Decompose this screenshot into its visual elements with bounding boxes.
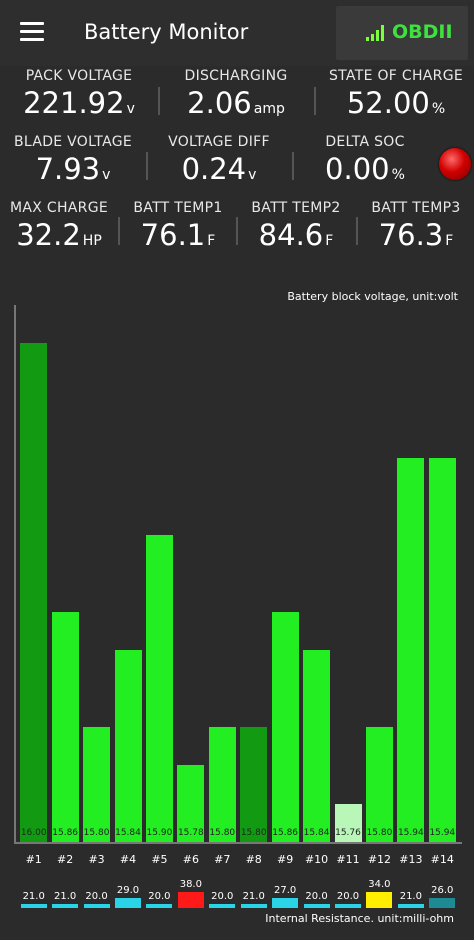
resistance-value-label: 26.0: [431, 885, 454, 896]
batt-temp1-label: BATT TEMP1: [133, 200, 223, 216]
resistance-value-label: 34.0: [368, 879, 391, 890]
resistance-bar: [83, 904, 110, 908]
voltage-diff-label: VOLTAGE DIFF: [168, 134, 270, 150]
cell-label: #14: [430, 853, 454, 866]
cell-label: #11: [336, 853, 360, 866]
state-of-charge-value: 52.00%: [346, 86, 446, 120]
divider: [314, 87, 316, 115]
resistance-bar: [209, 904, 236, 908]
cell-label: #2: [57, 853, 74, 866]
delta-soc-value: 0.00%: [325, 152, 405, 186]
cell-label: #4: [119, 853, 137, 866]
discharging-label: DISCHARGING: [184, 68, 288, 84]
voltage-chart-axes: [14, 305, 462, 844]
resistance-value-label: 20.0: [336, 891, 360, 902]
blade-voltage-value: 7.93 v: [35, 152, 111, 186]
obd-label: OBDII: [392, 21, 453, 43]
resistance-value-label: 38.0: [179, 879, 202, 890]
resistance-value-label: 20.0: [148, 891, 171, 902]
resistance-bar: [335, 904, 361, 908]
menu-icon[interactable]: [20, 22, 44, 42]
cell-label: #6: [182, 853, 199, 866]
delta-soc-label: DELTA SOC: [325, 134, 405, 150]
resistance-title: Internal Resistance. unit:milli-ohm: [265, 912, 454, 925]
resistance-value-label: 21.0: [22, 891, 45, 902]
resistance-bar: [115, 898, 141, 908]
cell-label: #12: [367, 853, 392, 866]
blade-voltage-label: BLADE VOLTAGE: [14, 134, 132, 150]
pack-voltage-stat: PACK VOLTAGE 221.92 v: [4, 68, 154, 120]
cell-label: #9: [277, 853, 294, 866]
signal-icon: [366, 25, 386, 41]
resistance-bar: [52, 904, 79, 908]
batt-temp3-value: 76.3 F: [378, 218, 454, 252]
resistance-value-label: 20.0: [85, 891, 108, 902]
resistance-value-label: 20.0: [305, 891, 328, 902]
resistance-value-label: 21.0: [399, 891, 422, 902]
status-indicator-light[interactable]: [439, 148, 471, 180]
max-charge-stat: MAX CHARGE 32.2 HP: [0, 200, 118, 252]
max-charge-value: 32.2 HP: [16, 218, 102, 252]
pack-voltage-value: 221.92 v: [23, 86, 135, 120]
cell-label: #3: [88, 853, 105, 866]
resistance-bar: [397, 904, 424, 908]
app-title: Battery Monitor: [84, 20, 249, 44]
batt-temp2-value: 84.6 F: [258, 218, 334, 252]
batt-temp1-stat: BATT TEMP1 76.1 F: [120, 200, 236, 252]
resistance-bar: [240, 904, 267, 908]
resistance-bar: [272, 898, 299, 908]
resistance-value-label: 21.0: [54, 891, 77, 902]
delta-soc-stat: DELTA SOC 0.00%: [294, 134, 436, 186]
batt-temp3-stat: BATT TEMP3 76.3 F: [358, 200, 474, 252]
cell-label: #7: [214, 853, 231, 866]
cell-label: #10: [304, 853, 329, 866]
cell-label: #1: [25, 853, 42, 866]
obd-connection-button[interactable]: OBDII: [336, 6, 468, 60]
cell-label: #13: [399, 853, 423, 866]
resistance-bar: [177, 892, 204, 908]
voltage-diff-value: 0.24 v: [181, 152, 257, 186]
resistance-bar: [146, 904, 173, 908]
resistance-value-label: 27.0: [274, 885, 297, 896]
batt-temp2-stat: BATT TEMP2 84.6 F: [238, 200, 354, 252]
resistance-bar: [303, 904, 330, 908]
resistance-bar: [20, 904, 47, 908]
resistance-value-label: 21.0: [242, 891, 265, 902]
app-header: Battery Monitor OBDII: [0, 0, 474, 66]
blade-voltage-stat: BLADE VOLTAGE 7.93 v: [0, 134, 146, 186]
state-of-charge-label: STATE OF CHARGE: [328, 68, 463, 84]
pack-voltage-label: PACK VOLTAGE: [25, 68, 133, 84]
batt-temp3-label: BATT TEMP3: [371, 200, 461, 216]
resistance-bar: [429, 898, 456, 908]
cell-label: #5: [151, 853, 168, 866]
max-charge-label: MAX CHARGE: [10, 200, 108, 216]
discharging-stat: DISCHARGING 2.06 amp: [160, 68, 312, 120]
cell-label: #8: [245, 853, 262, 866]
batt-temp1-value: 76.1 F: [140, 218, 216, 252]
discharging-value: 2.06 amp: [187, 86, 285, 120]
resistance-value-label: 20.0: [211, 891, 234, 902]
resistance-bar: [366, 892, 393, 908]
resistance-value-label: 29.0: [116, 885, 140, 896]
state-of-charge-stat: STATE OF CHARGE 52.00%: [318, 68, 474, 120]
chart-title: Battery block voltage, unit:volt: [287, 290, 458, 303]
batt-temp2-label: BATT TEMP2: [251, 200, 341, 216]
voltage-diff-stat: VOLTAGE DIFF 0.24 v: [148, 134, 290, 186]
